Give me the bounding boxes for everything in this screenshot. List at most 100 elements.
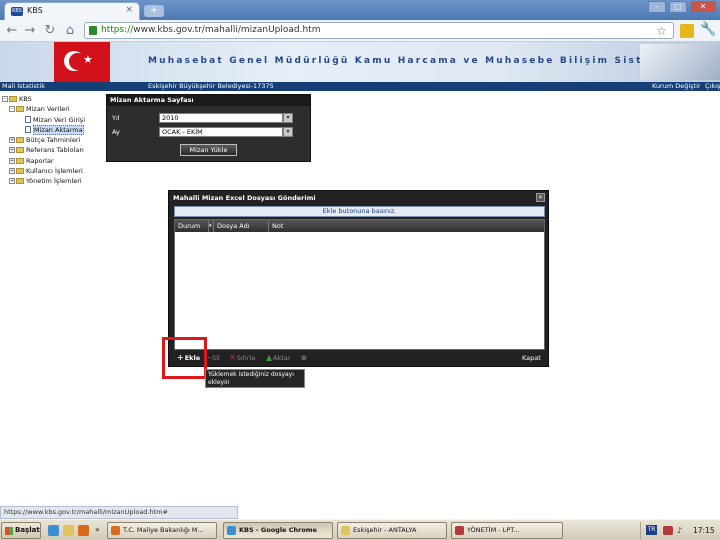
status-url-bar: https://www.kbs.gov.tr/mahalli/mizanUplo…: [0, 506, 238, 519]
expand-icon[interactable]: +: [9, 168, 15, 175]
folder-icon: [9, 96, 17, 102]
tab-close-icon[interactable]: ×: [125, 5, 133, 15]
turkish-flag-logo: ★: [54, 42, 110, 82]
tree-item[interactable]: – KBS: [2, 94, 106, 104]
navigation-tree: – KBS – Mizan Verileri Mizan Veri Girişi Miza…: [2, 94, 106, 187]
transfer-label: Aktar: [273, 354, 291, 362]
start-button[interactable]: Başlat: [1, 522, 41, 539]
start-label: Başlat: [15, 526, 40, 534]
home-icon[interactable]: ⌂: [62, 23, 78, 39]
maximize-button[interactable]: □: [669, 1, 687, 13]
browser-tab[interactable]: KBS KBS ×: [4, 2, 140, 20]
mizan-yukle-button[interactable]: Mizan Yükle: [180, 144, 237, 156]
minimize-button[interactable]: –: [648, 1, 666, 13]
tree-item[interactable]: + Referans Tabloları: [2, 145, 106, 155]
settings-gear-icon[interactable]: ⚙: [301, 353, 307, 363]
taskbar-task-button[interactable]: T.C. Maliye Bakanlığı M...: [107, 522, 217, 539]
expand-icon[interactable]: +: [9, 147, 15, 154]
tree-item-label: Bütçe Tahminleri: [26, 136, 81, 145]
change-institution-link[interactable]: Kurum Değiştir: [652, 82, 701, 91]
transfer-button[interactable]: ▲Aktar: [266, 353, 291, 363]
taskbar-task-button[interactable]: YÖNETİM - LPT...: [451, 522, 563, 539]
tray-shield-icon[interactable]: [663, 526, 673, 535]
folder-icon: [16, 157, 24, 164]
document-icon: [25, 116, 31, 124]
expand-icon[interactable]: +: [9, 137, 15, 144]
tree-item[interactable]: + Yönetim İşlemleri: [2, 176, 106, 186]
tree-item[interactable]: – Mizan Verileri: [2, 104, 106, 114]
task-app-icon: [227, 526, 236, 535]
up-arrow-icon: ▲: [266, 353, 273, 362]
firefox-quicklaunch-icon[interactable]: [78, 525, 89, 536]
taskbar-clock: 17:15: [693, 526, 715, 535]
clear-label: Sıfırla: [236, 354, 256, 362]
explorer-quicklaunch-icon[interactable]: [63, 525, 74, 536]
month-dropdown-icon[interactable]: ▾: [283, 127, 293, 137]
tree-item[interactable]: + Raporlar: [2, 156, 106, 166]
collapse-icon[interactable]: –: [2, 96, 8, 102]
task-app-icon: [341, 526, 350, 535]
info-bar: Mali İstatistik Eskişehir Büyükşehir Bel…: [0, 82, 720, 91]
highlight-annotation-box: [162, 337, 207, 379]
speaker-icon[interactable]: ♪: [677, 526, 687, 535]
month-select[interactable]: OCAK - EKİM: [159, 127, 283, 137]
year-label: Yıl: [112, 114, 120, 122]
year-dropdown-icon[interactable]: ▾: [283, 113, 293, 123]
tree-item[interactable]: Mizan Veri Girişi: [2, 115, 106, 125]
folder-icon: [16, 178, 24, 185]
banner-title: Muhasebat Genel Müdürlüğü Kamu Harcama v…: [148, 56, 668, 66]
month-label: Ay: [112, 128, 120, 136]
file-table-header: Durum ▾ Dosya Adı Not: [175, 220, 544, 232]
expand-icon[interactable]: +: [9, 157, 15, 164]
delete-button[interactable]: –Sil: [207, 353, 220, 363]
taskbar-task-button[interactable]: KBS - Google Chrome: [223, 522, 333, 539]
ie-quicklaunch-icon[interactable]: [48, 525, 59, 536]
dialog-title: Mahalli Mizan Excel Dosyası Gönderimi: [173, 194, 316, 202]
browser-toolbar: ← → ↻ ⌂ https://www.kbs.gov.tr/mahalli/m…: [0, 20, 720, 42]
folder-icon: [16, 168, 24, 175]
tree-item[interactable]: + Bütçe Tahminleri: [2, 135, 106, 145]
delete-label: Sil: [212, 354, 220, 362]
add-button-tooltip: Yüklemek istediğiniz dosyayı ekleyin: [205, 369, 305, 388]
clear-button[interactable]: ✕Sıfırla: [229, 353, 255, 363]
document-icon: [25, 126, 31, 134]
close-dialog-button[interactable]: Kapat: [522, 353, 541, 363]
flag-star-icon: ★: [83, 53, 93, 66]
kbs-favicon-icon: KBS: [11, 7, 23, 16]
dialog-close-icon[interactable]: ✕: [536, 193, 545, 202]
expand-icon[interactable]: +: [9, 178, 15, 185]
quicklaunch-chevron-icon[interactable]: »: [95, 525, 100, 534]
dialog-info: Ekle butonuna basınız.: [174, 206, 545, 217]
column-note[interactable]: Not: [269, 220, 544, 232]
url-text: https://www.kbs.gov.tr/mahalli/mizanUplo…: [101, 25, 320, 35]
new-tab-button[interactable]: +: [144, 5, 164, 17]
tree-item[interactable]: Mizan Aktarma: [2, 124, 106, 135]
tree-item[interactable]: + Kullanıcı İşlemleri: [2, 166, 106, 176]
language-indicator[interactable]: TR: [646, 525, 657, 535]
task-app-icon: [455, 526, 464, 535]
task-app-icon: [111, 526, 120, 535]
taskbar-task-button[interactable]: Eskişehir - ANTALYA: [337, 522, 447, 539]
tab-title: KBS: [27, 6, 43, 15]
reload-icon[interactable]: ↻: [42, 23, 58, 39]
tree-item-label: Kullanıcı İşlemleri: [26, 167, 83, 176]
logout-link[interactable]: Çıkış: [705, 82, 720, 91]
back-icon[interactable]: ←: [4, 23, 20, 39]
browser-tabstrip: KBS KBS × + – □ ✕: [0, 0, 720, 20]
collapse-icon[interactable]: –: [9, 106, 15, 113]
extension-icon[interactable]: [680, 24, 694, 38]
column-status[interactable]: Durum: [175, 220, 209, 232]
tree-item-label: Mizan Aktarma: [33, 124, 84, 135]
upload-dialog: Mahalli Mizan Excel Dosyası Gönderimi ✕ …: [168, 190, 549, 367]
forward-icon[interactable]: →: [22, 23, 38, 39]
wrench-icon[interactable]: 🔧: [700, 22, 716, 37]
task-label: YÖNETİM - LPT...: [467, 526, 520, 534]
address-bar[interactable]: https://www.kbs.gov.tr/mahalli/mizanUplo…: [84, 22, 674, 39]
year-select[interactable]: 2010: [159, 113, 283, 123]
column-filename[interactable]: Dosya Adı: [214, 220, 269, 232]
folder-icon: [16, 106, 24, 113]
minus-icon: –: [207, 353, 211, 362]
star-icon[interactable]: ☆: [656, 24, 667, 38]
tree-item-label: Raporlar: [26, 156, 54, 165]
close-window-button[interactable]: ✕: [690, 1, 716, 13]
